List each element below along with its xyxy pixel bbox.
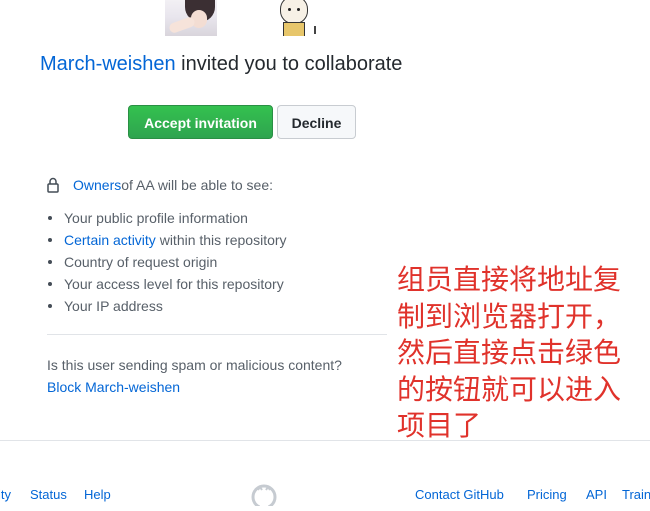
inviter-avatar[interactable]: [165, 0, 217, 36]
invitation-title: March-weishen invited you to collaborate: [40, 52, 402, 76]
list-item: Your public profile information: [47, 207, 287, 229]
invitation-text: invited you to collaborate: [175, 53, 403, 75]
invitee-avatar[interactable]: [268, 0, 320, 36]
github-mark-icon[interactable]: [251, 484, 277, 510]
certain-activity-link[interactable]: Certain activity: [64, 232, 156, 248]
lock-icon: [47, 177, 59, 193]
footer-link-security[interactable]: ity: [0, 487, 11, 503]
owners-rest-text: of AA will be able to see:: [121, 177, 273, 193]
owners-visibility-note: Owners of AA will be able to see:: [47, 176, 273, 194]
accept-invitation-button[interactable]: Accept invitation: [128, 105, 273, 139]
inviter-link[interactable]: March-weishen: [40, 53, 176, 75]
footer-link-status[interactable]: Status: [30, 487, 67, 503]
block-user-link[interactable]: Block March-weishen: [47, 378, 180, 396]
list-item-text: Your access level for this repository: [64, 276, 284, 292]
list-item: Your access level for this repository: [47, 273, 287, 295]
annotation-text: 组员直接将地址复制到浏览器打开，然后直接点击绿色的按钮就可以进入项目了: [397, 263, 622, 442]
permission-list: Your public profile information Certain …: [47, 207, 287, 317]
list-item: Your IP address: [47, 295, 287, 317]
footer-link-contact[interactable]: Contact GitHub: [415, 487, 504, 503]
footer-link-help[interactable]: Help: [84, 487, 111, 503]
list-item-text: Your IP address: [64, 298, 163, 314]
list-item-text: within this repository: [155, 232, 287, 248]
footer-divider: [0, 440, 650, 441]
list-item-text: Country of request origin: [64, 254, 218, 270]
footer-link-api[interactable]: API: [586, 487, 607, 503]
list-item: Certain activity within this repository: [47, 229, 287, 251]
list-item-text: Your public profile information: [64, 210, 248, 226]
owners-link[interactable]: Owners: [73, 176, 121, 194]
divider: [47, 334, 387, 335]
list-item: Country of request origin: [47, 251, 287, 273]
footer-link-training[interactable]: Train: [622, 487, 650, 503]
spam-question: Is this user sending spam or malicious c…: [47, 357, 342, 373]
footer-link-pricing[interactable]: Pricing: [527, 487, 567, 503]
decline-button[interactable]: Decline: [277, 105, 356, 139]
